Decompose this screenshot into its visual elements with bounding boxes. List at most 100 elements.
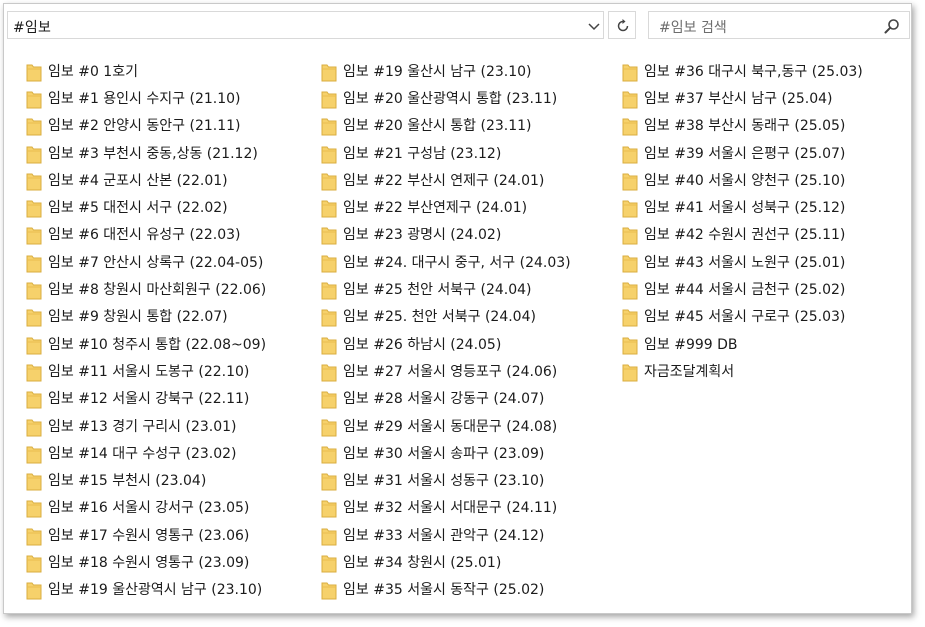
folder-item[interactable]: 임보 #36 대구시 북구,동구 (25.03) bbox=[622, 58, 863, 85]
folder-item[interactable]: 임보 #38 부산시 동래구 (25.05) bbox=[622, 113, 863, 140]
folder-label: 임보 #45 서울시 구로구 (25.03) bbox=[644, 309, 846, 326]
folder-item[interactable]: 임보 #35 서울시 동작구 (25.02) bbox=[321, 577, 571, 604]
folder-icon bbox=[26, 444, 42, 464]
folder-item[interactable]: 임보 #14 대구 수성구 (23.02) bbox=[26, 440, 266, 467]
folder-label: 임보 #40 서울시 양천구 (25.10) bbox=[644, 172, 846, 189]
folder-icon bbox=[26, 335, 42, 355]
folder-item[interactable]: 임보 #23 광명시 (24.02) bbox=[321, 222, 571, 249]
folder-item[interactable]: 임보 #19 울산광역시 남구 (23.10) bbox=[26, 577, 266, 604]
folder-item[interactable]: 임보 #10 청주시 통합 (22.08~09) bbox=[26, 331, 266, 358]
folder-item[interactable]: 임보 #3 부천시 중동,상동 (21.12) bbox=[26, 140, 266, 167]
folder-icon bbox=[321, 116, 337, 136]
folder-label: 임보 #10 청주시 통합 (22.08~09) bbox=[48, 336, 267, 353]
folder-item[interactable]: 임보 #42 수원시 권선구 (25.11) bbox=[622, 222, 863, 249]
folder-item[interactable]: 임보 #37 부산시 남구 (25.04) bbox=[622, 85, 863, 112]
folder-item[interactable]: 임보 #24. 대구시 중구, 서구 (24.03) bbox=[321, 249, 571, 276]
address-path[interactable]: #임보 bbox=[13, 17, 51, 37]
folder-icon bbox=[321, 62, 337, 82]
folder-item[interactable]: 임보 #31 서울시 성동구 (23.10) bbox=[321, 467, 571, 494]
folder-label: 임보 #31 서울시 성동구 (23.10) bbox=[343, 473, 545, 490]
folder-icon bbox=[321, 362, 337, 382]
folder-icon bbox=[26, 307, 42, 327]
folder-label: 임보 #8 창원시 마산회원구 (22.06) bbox=[48, 282, 267, 299]
folder-item[interactable]: 자금조달계획서 bbox=[622, 358, 863, 385]
folder-label: 임보 #44 서울시 금천구 (25.02) bbox=[644, 282, 846, 299]
folder-item[interactable]: 임보 #16 서울시 강서구 (23.05) bbox=[26, 495, 266, 522]
file-explorer-window: #임보 #임보 검색 임보 #0 1호기 임보 #1 용인시 수지구 (21.1… bbox=[3, 3, 912, 614]
folder-item[interactable]: 임보 #45 서울시 구로구 (25.03) bbox=[622, 304, 863, 331]
folder-item[interactable]: 임보 #22 부산시 연제구 (24.01) bbox=[321, 167, 571, 194]
folder-icon bbox=[26, 116, 42, 136]
search-icon[interactable] bbox=[884, 18, 900, 34]
refresh-button[interactable] bbox=[608, 11, 636, 39]
folder-icon bbox=[622, 280, 638, 300]
folder-item[interactable]: 임보 #13 경기 구리시 (23.01) bbox=[26, 413, 266, 440]
folder-icon bbox=[321, 526, 337, 546]
folder-item[interactable]: 임보 #6 대전시 유성구 (22.03) bbox=[26, 222, 266, 249]
folder-item[interactable]: 임보 #39 서울시 은평구 (25.07) bbox=[622, 140, 863, 167]
folder-column-1: 임보 #0 1호기임보 #1 용인시 수지구 (21.10) 임보 #2 안양시 … bbox=[26, 58, 266, 604]
folder-label: 임보 #9 창원시 통합 (22.07) bbox=[48, 309, 228, 326]
folder-item[interactable]: 임보 #2 안양시 동안구 (21.11) bbox=[26, 113, 266, 140]
folder-item[interactable]: 임보 #20 울산시 통합 (23.11) bbox=[321, 113, 571, 140]
folder-column-2: 임보 #19 울산시 남구 (23.10) 임보 #20 울산광역시 통합 (23… bbox=[321, 58, 571, 604]
folder-icon bbox=[26, 89, 42, 109]
folder-icon bbox=[26, 580, 42, 600]
folder-item[interactable]: 임보 #1 용인시 수지구 (21.10) bbox=[26, 85, 266, 112]
folder-item[interactable]: 임보 #33 서울시 관악구 (24.12) bbox=[321, 522, 571, 549]
folder-icon bbox=[321, 307, 337, 327]
folder-icon bbox=[26, 280, 42, 300]
folder-item[interactable]: 임보 #12 서울시 강북구 (22.11) bbox=[26, 386, 266, 413]
folder-item[interactable]: 임보 #4 군포시 산본 (22.01) bbox=[26, 167, 266, 194]
folder-item[interactable]: 임보 #15 부천시 (23.04) bbox=[26, 467, 266, 494]
folder-item[interactable]: 임보 #40 서울시 양천구 (25.10) bbox=[622, 167, 863, 194]
folder-item[interactable]: 임보 #34 창원시 (25.01) bbox=[321, 549, 571, 576]
folder-icon bbox=[622, 335, 638, 355]
folder-label: 임보 #25 천안 서북구 (24.04) bbox=[343, 282, 532, 299]
folder-item[interactable]: 임보 #9 창원시 통합 (22.07) bbox=[26, 304, 266, 331]
folder-item[interactable]: 임보 #8 창원시 마산회원구 (22.06) bbox=[26, 276, 266, 303]
folder-icon bbox=[622, 198, 638, 218]
folder-item[interactable]: 임보 #999 DB bbox=[622, 331, 863, 358]
folder-item[interactable]: 임보 #19 울산시 남구 (23.10) bbox=[321, 58, 571, 85]
folder-label: 임보 #24. 대구시 중구, 서구 (24.03) bbox=[343, 254, 571, 271]
folder-item[interactable]: 임보 #44 서울시 금천구 (25.02) bbox=[622, 276, 863, 303]
folder-label: 임보 #7 안산시 상록구 (22.04-05) bbox=[48, 254, 264, 271]
folder-icon bbox=[321, 417, 337, 437]
address-bar[interactable]: #임보 bbox=[7, 11, 604, 39]
folder-icon bbox=[26, 225, 42, 245]
folder-item[interactable]: 임보 #41 서울시 성북구 (25.12) bbox=[622, 194, 863, 221]
folder-item[interactable]: 임보 #22 부산연제구 (24.01) bbox=[321, 194, 571, 221]
folder-label: 임보 #32 서울시 서대문구 (24.11) bbox=[343, 500, 558, 517]
folder-label: 임보 #1 용인시 수지구 (21.10) bbox=[48, 90, 241, 107]
folder-icon bbox=[622, 225, 638, 245]
folder-item[interactable]: 임보 #11 서울시 도봉구 (22.10) bbox=[26, 358, 266, 385]
folder-icon bbox=[26, 389, 42, 409]
folder-item[interactable]: 임보 #17 수원시 영통구 (23.06) bbox=[26, 522, 266, 549]
folder-label: 임보 #35 서울시 동작구 (25.02) bbox=[343, 582, 545, 599]
chevron-down-icon[interactable] bbox=[584, 19, 604, 33]
folder-item[interactable]: 임보 #43 서울시 노원구 (25.01) bbox=[622, 249, 863, 276]
search-input[interactable]: #임보 검색 bbox=[648, 11, 910, 39]
folder-label: 임보 #22 부산시 연제구 (24.01) bbox=[343, 172, 545, 189]
folder-item[interactable]: 임보 #25 천안 서북구 (24.04) bbox=[321, 276, 571, 303]
folder-item[interactable]: 임보 #18 수원시 영통구 (23.09) bbox=[26, 549, 266, 576]
folder-item[interactable]: 임보 #20 울산광역시 통합 (23.11) bbox=[321, 85, 571, 112]
folder-item[interactable]: 임보 #25. 천안 서북구 (24.04) bbox=[321, 304, 571, 331]
folder-item[interactable]: 임보 #21 구성남 (23.12) bbox=[321, 140, 571, 167]
folder-item[interactable]: 임보 #0 1호기 bbox=[26, 58, 266, 85]
folder-item[interactable]: 임보 #26 하남시 (24.05) bbox=[321, 331, 571, 358]
folder-label: 임보 #37 부산시 남구 (25.04) bbox=[644, 90, 833, 107]
folder-icon bbox=[321, 335, 337, 355]
folder-item[interactable]: 임보 #32 서울시 서대문구 (24.11) bbox=[321, 495, 571, 522]
folder-label: 임보 #11 서울시 도봉구 (22.10) bbox=[48, 363, 250, 380]
folder-item[interactable]: 임보 #28 서울시 강동구 (24.07) bbox=[321, 386, 571, 413]
folder-icon bbox=[321, 553, 337, 573]
folder-item[interactable]: 임보 #30 서울시 송파구 (23.09) bbox=[321, 440, 571, 467]
folder-icon bbox=[622, 89, 638, 109]
folder-item[interactable]: 임보 #5 대전시 서구 (22.02) bbox=[26, 194, 266, 221]
folder-item[interactable]: 임보 #27 서울시 영등포구 (24.06) bbox=[321, 358, 571, 385]
folder-item[interactable]: 임보 #7 안산시 상록구 (22.04-05) bbox=[26, 249, 266, 276]
folder-icon bbox=[26, 253, 42, 273]
folder-item[interactable]: 임보 #29 서울시 동대문구 (24.08) bbox=[321, 413, 571, 440]
